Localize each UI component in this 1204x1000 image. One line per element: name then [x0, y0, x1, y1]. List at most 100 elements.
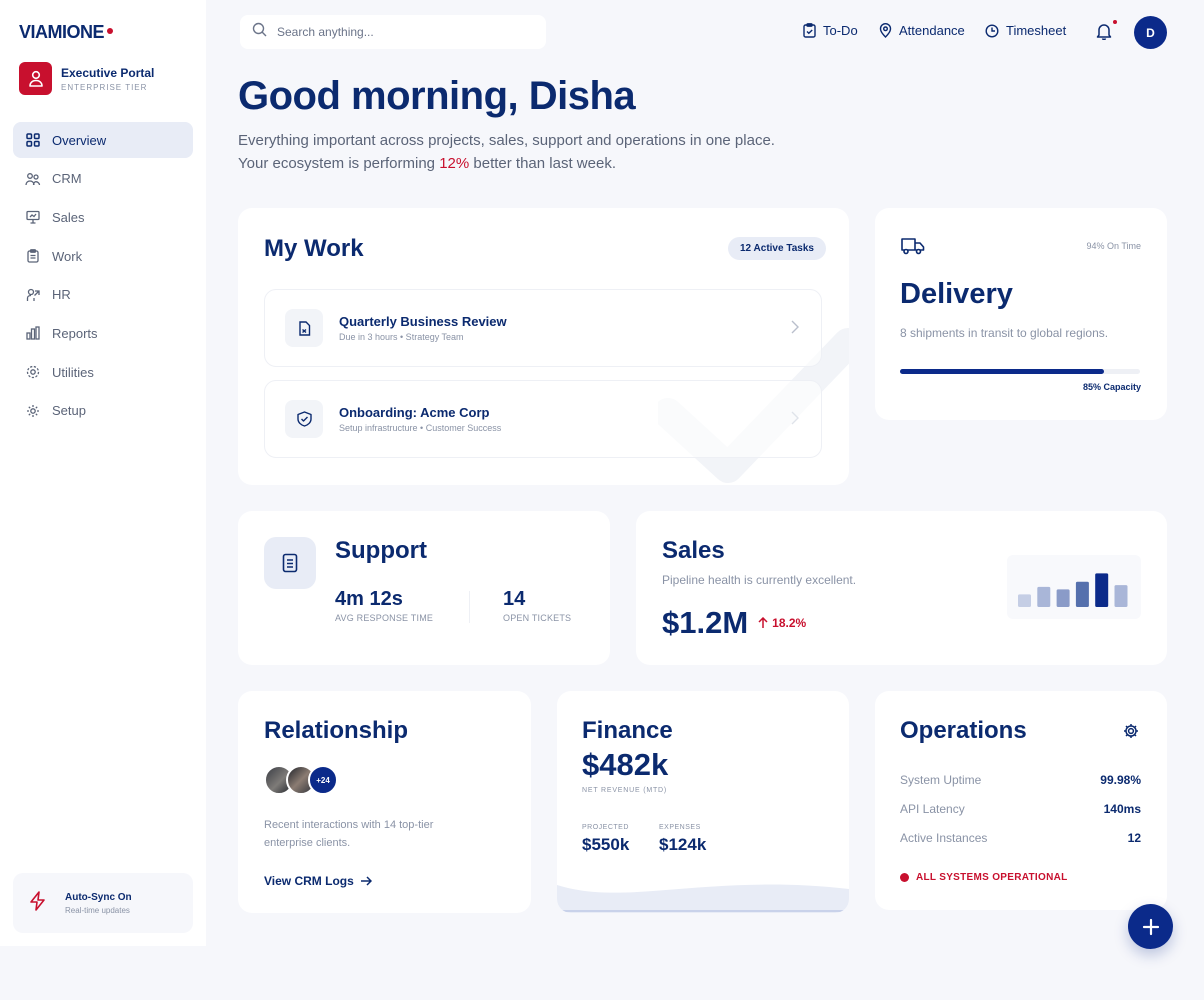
finance-wave: [557, 884, 849, 913]
sales-value: $1.2M: [662, 605, 749, 640]
sidebar-item-setup[interactable]: Setup: [13, 393, 193, 429]
sidebar-item-sales[interactable]: Sales: [13, 199, 193, 235]
todo-label: To-Do: [823, 23, 858, 38]
portal-title: Executive Portal: [61, 65, 155, 80]
operations-card: Operations System Uptime 99.98% API Late…: [875, 691, 1167, 910]
more-clients-badge[interactable]: +24: [308, 765, 338, 795]
location-pin-icon: [879, 23, 892, 38]
sidebar-item-work[interactable]: Work: [13, 238, 193, 274]
sales-card[interactable]: Sales Pipeline health is currently excel…: [636, 511, 1167, 665]
shield-check-icon: [285, 400, 323, 438]
sales-mini-chart: [1007, 555, 1141, 619]
delivery-card[interactable]: 94% On Time Delivery 8 shipments in tran…: [875, 208, 1167, 420]
clipboard-icon: [25, 248, 41, 264]
sales-bar: [1018, 594, 1031, 607]
performance-highlight: 12%: [439, 155, 470, 172]
open-tickets-label: OPEN TICKETS: [503, 613, 572, 623]
sidebar: VIAMIONE Executive Portal ENTERPRISE TIE…: [0, 0, 206, 946]
people-icon: [25, 287, 41, 303]
relationship-card: Relationship +24 Recent interactions wit…: [238, 691, 531, 913]
grid-icon: [25, 132, 41, 148]
user-avatar[interactable]: D: [1134, 16, 1167, 49]
chevron-right-icon: [791, 411, 799, 425]
logo-dot: [107, 28, 114, 35]
task-subtitle: Due in 3 hours • Strategy Team: [339, 332, 464, 342]
capacity-label: 85% Capacity: [1082, 382, 1141, 392]
timesheet-link[interactable]: Timesheet: [985, 23, 1066, 38]
sales-bar: [1095, 573, 1109, 607]
sidebar-item-label: Utilities: [52, 364, 94, 380]
ops-metric-value: 140ms: [1103, 802, 1141, 816]
sidebar-item-label: Reports: [52, 325, 98, 341]
projected-value: $550k: [582, 835, 630, 854]
bar-chart-icon: [25, 325, 41, 341]
gear-icon: [25, 403, 41, 419]
arrow-up-icon: [758, 617, 768, 628]
portal-switcher[interactable]: Executive Portal ENTERPRISE TIER: [19, 62, 154, 95]
sales-bar: [1056, 589, 1070, 607]
sales-bar: [1037, 586, 1051, 607]
todo-link[interactable]: To-Do: [803, 23, 858, 38]
users-icon: [25, 171, 41, 187]
finance-card[interactable]: Finance $482k NET REVENUE (MTD) PROJECTE…: [557, 691, 849, 913]
sidebar-item-overview[interactable]: Overview: [13, 122, 193, 158]
sales-bar: [1114, 585, 1128, 607]
chevron-right-icon: [791, 320, 799, 334]
greeting-title: Good morning, Disha: [238, 74, 636, 118]
add-fab-button[interactable]: [1128, 904, 1173, 949]
sales-bars: [1018, 573, 1128, 607]
autosync-subtitle: Real-time updates: [65, 905, 130, 915]
notification-dot: [1113, 20, 1117, 24]
delivery-description: 8 shipments in transit to global regions…: [900, 326, 1109, 340]
my-work-title: My Work: [264, 235, 364, 262]
relationship-description: Recent interactions with 14 top-tier ent…: [264, 819, 434, 849]
my-work-card: My Work 12 Active Tasks Quarterly Busine…: [238, 208, 849, 485]
ops-metric-label: API Latency: [900, 802, 965, 816]
capacity-progress-fill: [900, 369, 1104, 374]
subtitle-text-end: better than last week.: [469, 155, 616, 172]
relationship-title: Relationship: [264, 717, 409, 744]
brand-name: VIAMIONE: [19, 22, 105, 42]
capacity-progress-bar: [900, 369, 1140, 374]
view-crm-logs-link[interactable]: View CRM Logs: [264, 874, 372, 888]
support-card[interactable]: Support 4m 12s AVG RESPONSE TIME 14 OPEN…: [238, 511, 610, 665]
finance-title: Finance: [582, 717, 673, 744]
search-input[interactable]: [277, 25, 527, 39]
sidebar-item-crm[interactable]: CRM: [13, 161, 193, 197]
on-time-rate: 94% On Time: [1086, 241, 1141, 251]
system-status-text: ALL SYSTEMS OPERATIONAL: [916, 872, 1068, 883]
active-tasks-badge: 12 Active Tasks: [728, 237, 826, 260]
attendance-link[interactable]: Attendance: [879, 23, 965, 38]
sidebar-item-utilities[interactable]: Utilities: [13, 354, 193, 390]
task-item[interactable]: Onboarding: Acme Corp Setup infrastructu…: [264, 380, 822, 458]
bell-icon[interactable]: [1096, 22, 1112, 45]
task-item[interactable]: Quarterly Business Review Due in 3 hours…: [264, 289, 822, 367]
stat-divider: [469, 591, 470, 623]
net-revenue-label: NET REVENUE (MTD): [582, 787, 668, 794]
cog-icon: [25, 364, 41, 380]
ops-metric-label: System Uptime: [900, 773, 982, 787]
portal-subtitle: ENTERPRISE TIER: [61, 82, 148, 92]
ops-metric-label: Active Instances: [900, 831, 988, 845]
sales-change: 18.2%: [772, 616, 807, 630]
arrow-right-icon: [360, 876, 372, 886]
expenses-value: $124k: [659, 835, 707, 854]
sidebar-nav: Overview CRM Sales Work HR Reports Utili…: [13, 122, 193, 432]
clock-icon: [985, 23, 999, 38]
sidebar-item-reports[interactable]: Reports: [13, 315, 193, 351]
settings-gear-icon[interactable]: [1123, 723, 1139, 739]
search-bar[interactable]: [240, 15, 546, 49]
status-dot: [900, 873, 909, 882]
brand-logo[interactable]: VIAMIONE: [19, 22, 114, 43]
clipboard-check-icon: [803, 23, 816, 38]
autosync-panel[interactable]: Auto-Sync On Real-time updates: [13, 873, 193, 933]
support-title: Support: [335, 537, 427, 564]
presentation-icon: [25, 209, 41, 225]
sidebar-item-label: Setup: [52, 403, 86, 419]
sidebar-item-hr[interactable]: HR: [13, 277, 193, 313]
delivery-title: Delivery: [900, 278, 1013, 310]
ops-row-instances: Active Instances 12: [900, 831, 1141, 845]
client-avatars: +24: [264, 765, 338, 795]
expenses-label: EXPENSES: [659, 824, 701, 831]
system-status: ALL SYSTEMS OPERATIONAL: [900, 872, 1068, 883]
